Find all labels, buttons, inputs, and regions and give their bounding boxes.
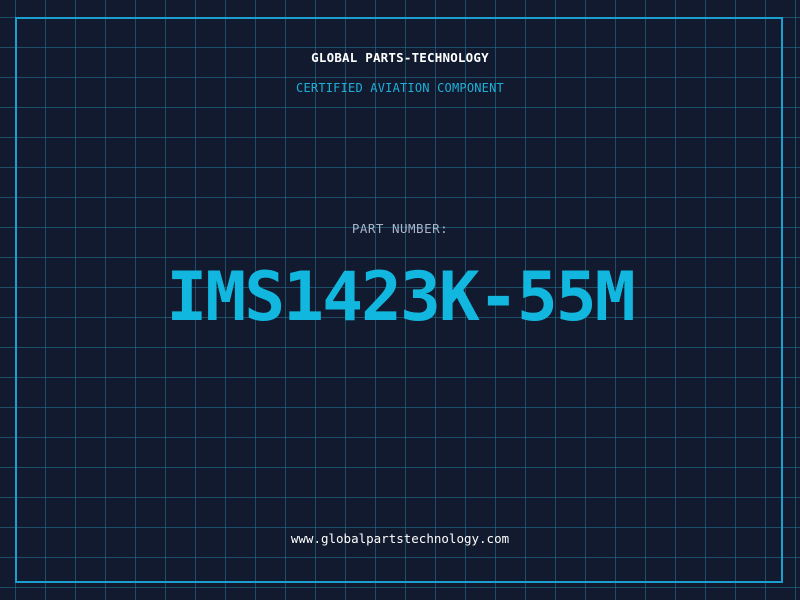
company-name: GLOBAL PARTS-TECHNOLOGY bbox=[311, 50, 489, 65]
label-canvas: GLOBAL PARTS-TECHNOLOGY CERTIFIED AVIATI… bbox=[0, 0, 800, 600]
certification-tagline: CERTIFIED AVIATION COMPONENT bbox=[296, 81, 504, 95]
website-url: www.globalpartstechnology.com bbox=[290, 531, 510, 546]
part-number-label: PART NUMBER: bbox=[351, 221, 449, 236]
part-number-value: IMS1423K-55M bbox=[166, 258, 635, 337]
